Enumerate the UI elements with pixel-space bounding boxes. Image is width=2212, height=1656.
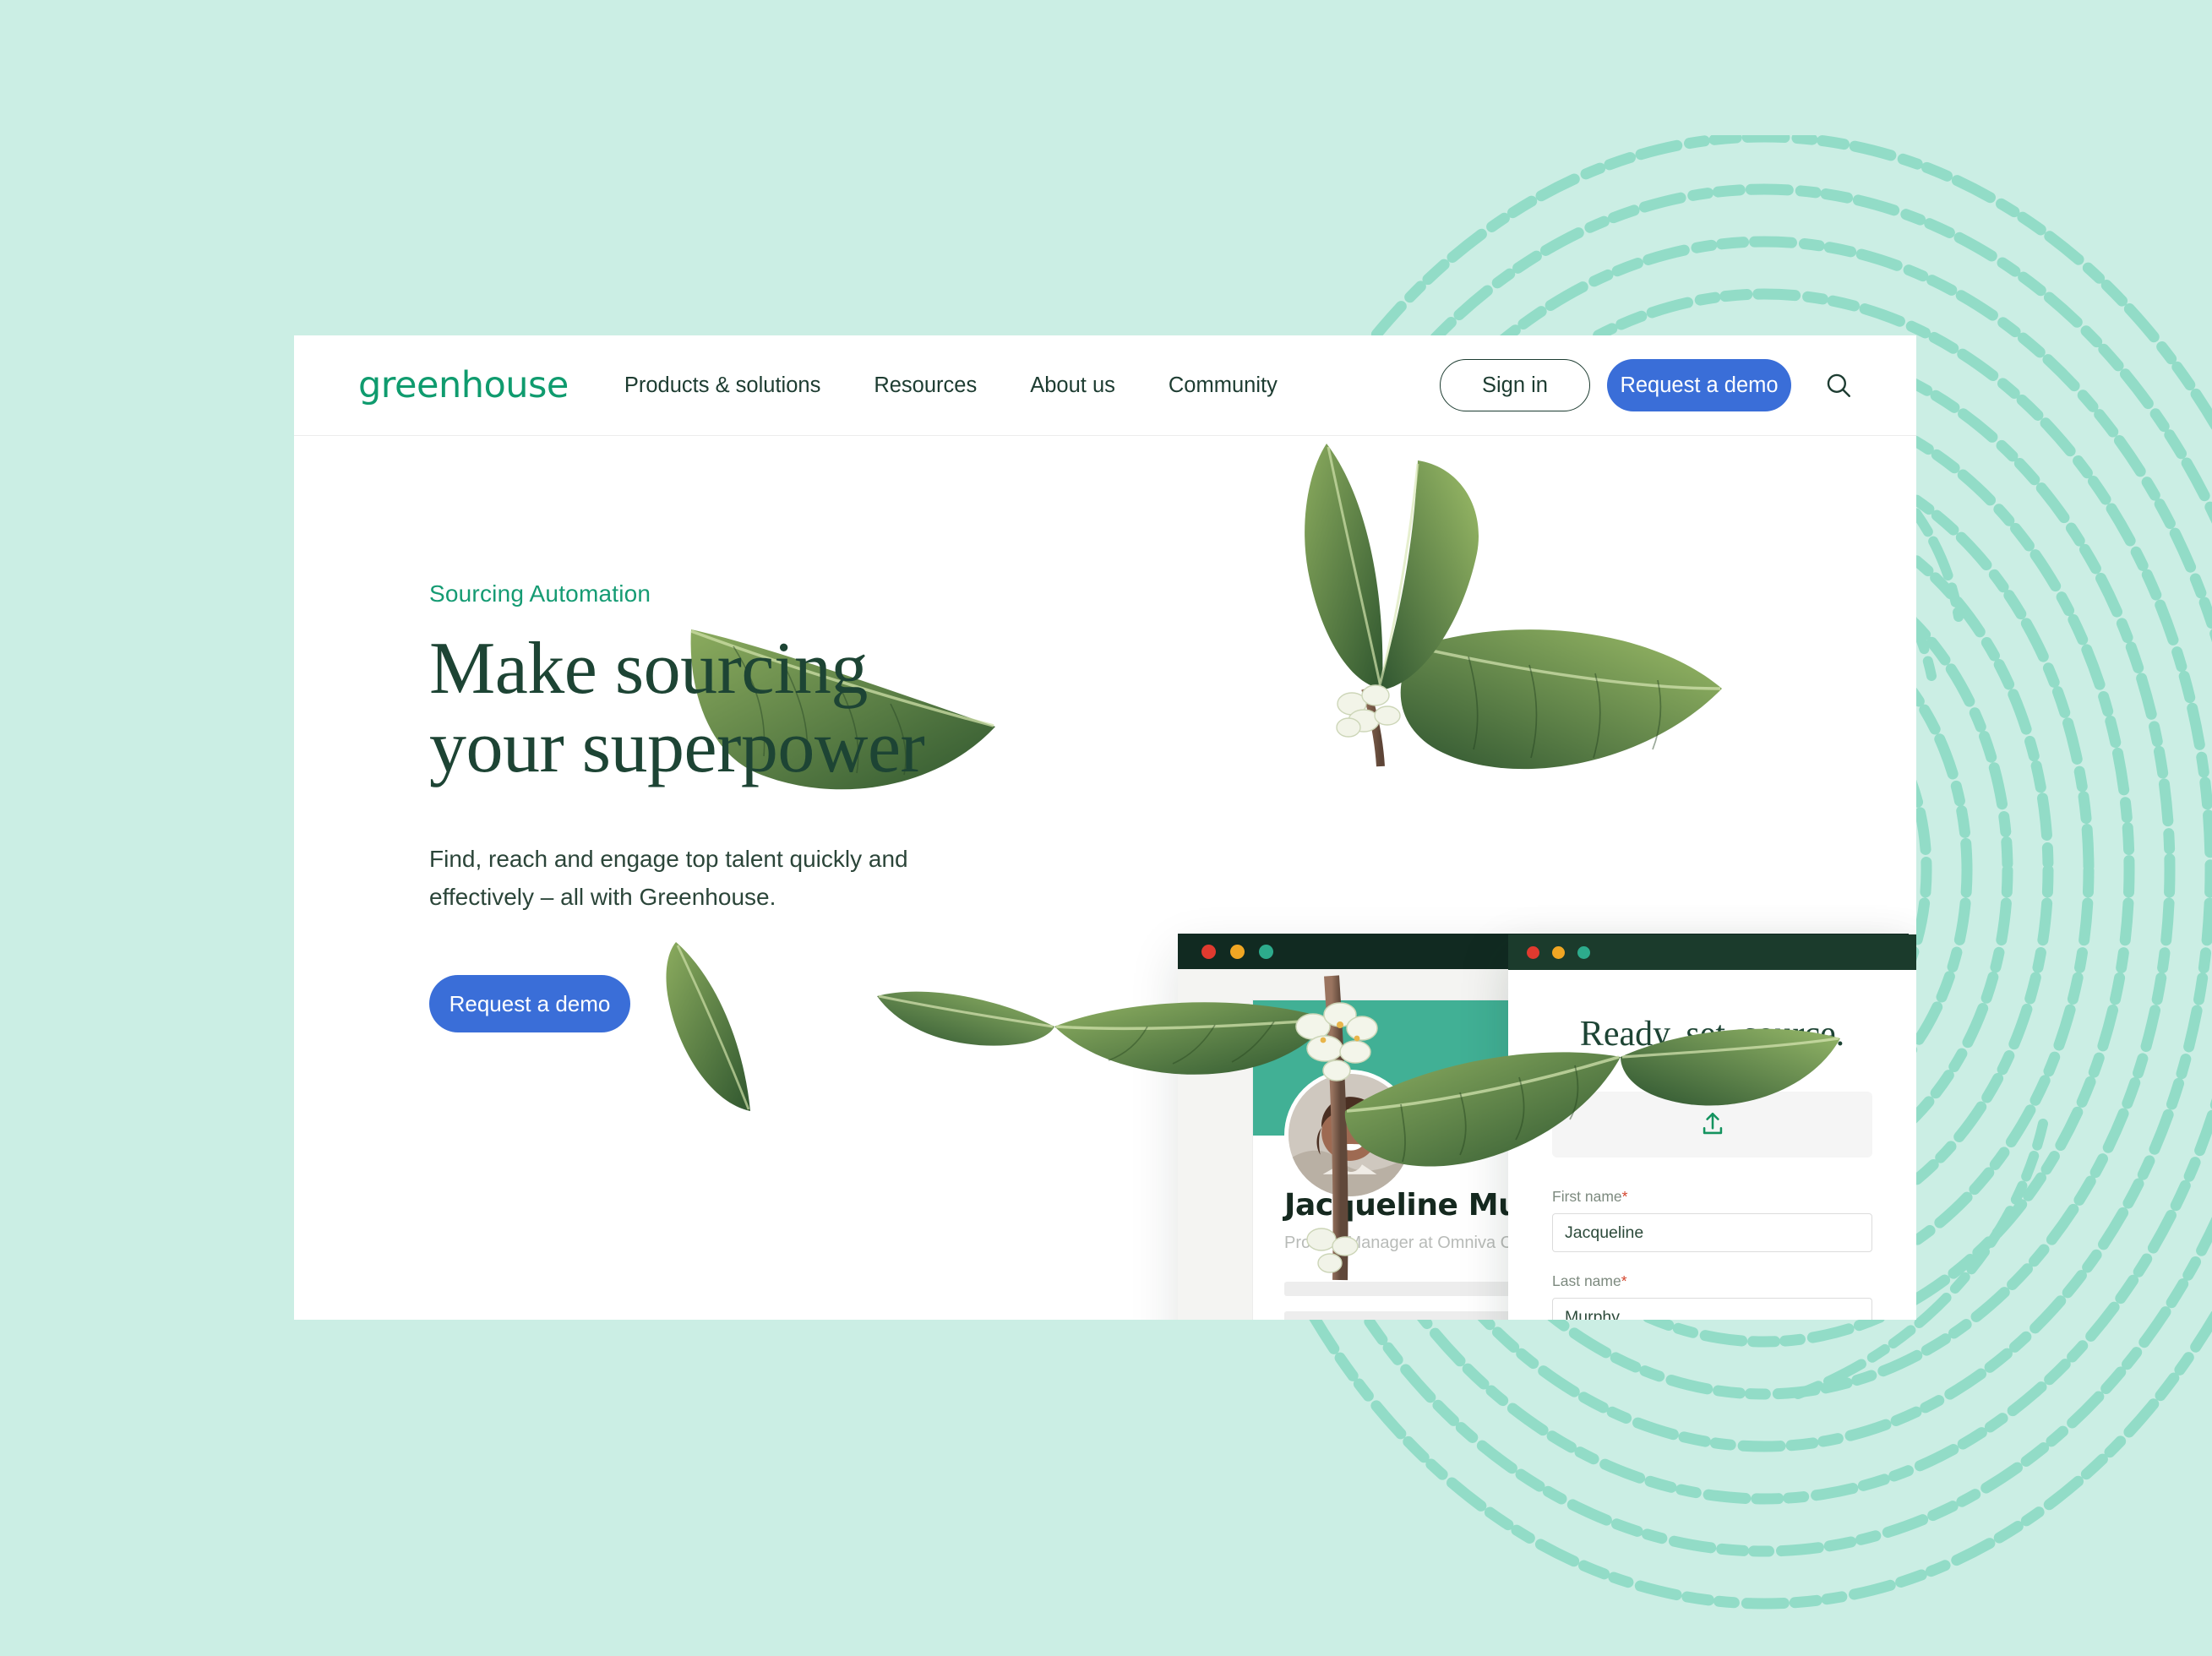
- hero-title-line-1: Make sourcing: [429, 628, 868, 710]
- window-close-dot[interactable]: [1201, 944, 1216, 959]
- window-minimize-dot[interactable]: [1552, 945, 1565, 959]
- request-demo-button-header[interactable]: Request a demo: [1607, 359, 1791, 411]
- form-window-titlebar: [1508, 934, 1916, 970]
- nav-item-resources[interactable]: Resources: [874, 373, 977, 398]
- avatar: [1284, 1070, 1415, 1201]
- window-maximize-dot[interactable]: [1259, 944, 1273, 959]
- nav-item-about-us[interactable]: About us: [1030, 373, 1115, 398]
- required-marker: *: [1621, 1188, 1628, 1205]
- sign-in-button[interactable]: Sign in: [1440, 359, 1590, 411]
- nav-item-products-solutions[interactable]: Products & solutions: [624, 373, 820, 398]
- hero-title-line-2: your superpower: [429, 706, 925, 789]
- website-page-panel: greenhouse Products & solutions Resource…: [294, 335, 1916, 1320]
- form-title: Ready, set, source.: [1579, 1015, 1845, 1054]
- nav-item-community[interactable]: Community: [1169, 373, 1278, 398]
- header-actions: Sign in Request a demo: [1440, 359, 1857, 411]
- last-name-input[interactable]: [1552, 1298, 1872, 1320]
- window-minimize-dot[interactable]: [1230, 944, 1245, 959]
- request-demo-button-hero[interactable]: Request a demo: [429, 975, 630, 1033]
- sourcing-form-window: Ready, set, source. First name* Last nam…: [1508, 934, 1916, 1320]
- first-name-field-group: First name*: [1552, 1188, 1872, 1252]
- upload-icon: [1703, 1112, 1722, 1135]
- search-button[interactable]: [1820, 367, 1857, 404]
- required-marker: *: [1621, 1272, 1627, 1289]
- hero-title: Make sourcing your superpower: [429, 629, 1046, 787]
- greenhouse-logo[interactable]: greenhouse: [358, 362, 569, 409]
- hero-subtitle: Find, reach and engage top talent quickl…: [429, 845, 908, 910]
- resume-upload-dropzone[interactable]: [1552, 1092, 1872, 1158]
- first-name-input[interactable]: [1552, 1213, 1872, 1252]
- last-name-field-group: Last name*: [1552, 1272, 1872, 1320]
- window-close-dot[interactable]: [1527, 945, 1539, 959]
- first-name-label: First name*: [1552, 1188, 1628, 1205]
- window-maximize-dot[interactable]: [1577, 945, 1590, 959]
- hero-copy: Sourcing Automation Make sourcing your s…: [429, 580, 1046, 1033]
- main-navigation: Products & solutions Resources About us …: [624, 373, 1278, 398]
- search-icon: [1827, 373, 1850, 397]
- form-body: Ready, set, source. First name* Last nam…: [1508, 970, 1916, 1320]
- site-header: greenhouse Products & solutions Resource…: [294, 335, 1916, 436]
- last-name-label: Last name*: [1552, 1272, 1627, 1289]
- hero-eyebrow: Sourcing Automation: [429, 580, 651, 607]
